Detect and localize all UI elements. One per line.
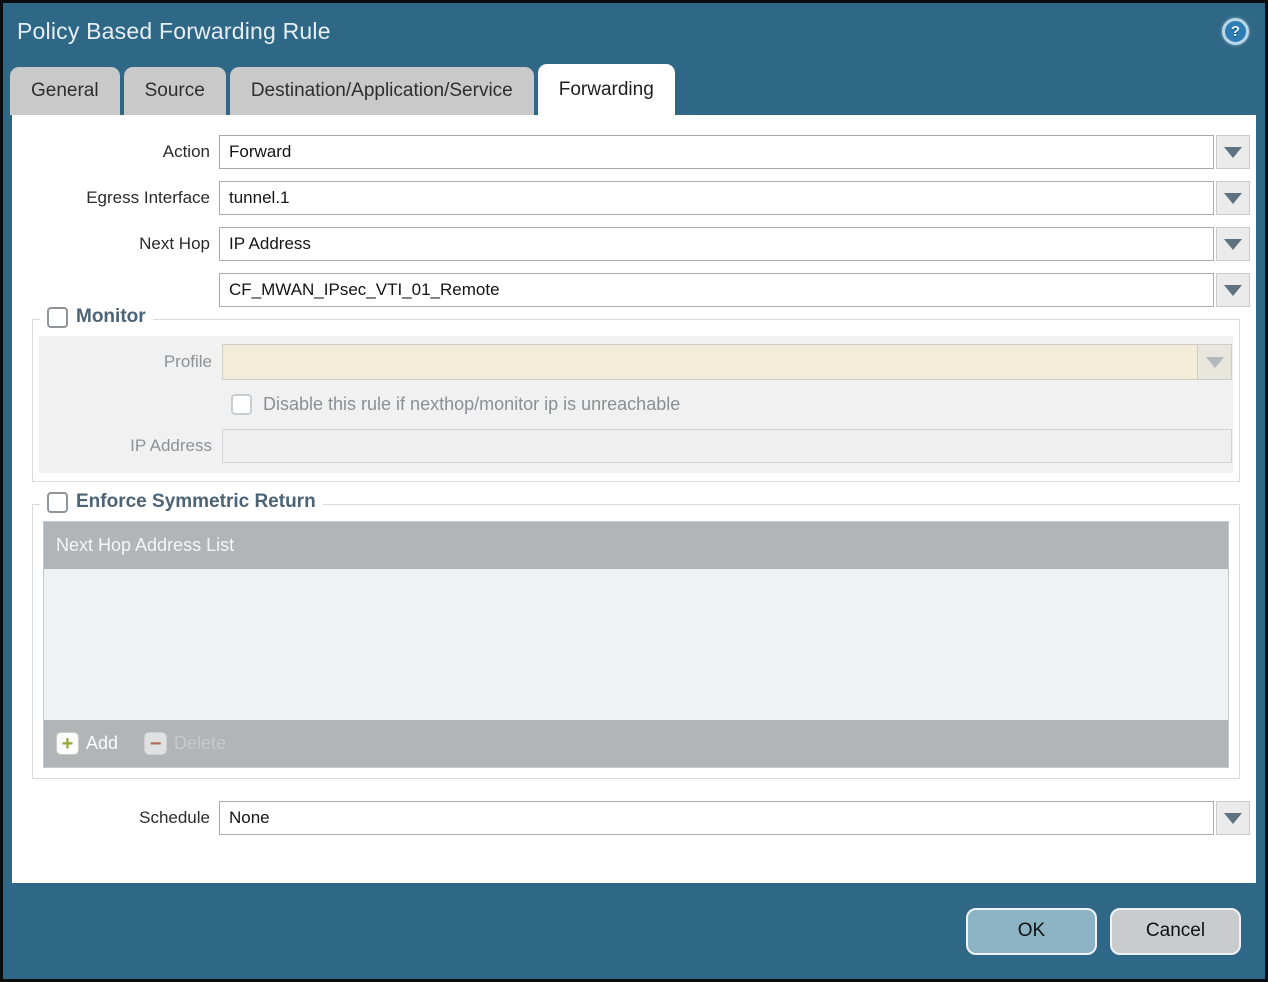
next-hop-address-dropdown-button[interactable] (1216, 273, 1250, 307)
monitor-section: Monitor Profile Disable this rule if nex… (32, 306, 1240, 482)
chevron-down-icon (1205, 356, 1224, 368)
next-hop-address-list-header: Next Hop Address List (44, 522, 1228, 569)
egress-interface-label: Egress Interface (86, 188, 210, 207)
schedule-select[interactable]: None (219, 801, 1214, 835)
next-hop-row: Next Hop IP Address (12, 227, 1256, 261)
enforce-symmetric-return-legend: Enforce Symmetric Return (40, 491, 323, 513)
disable-rule-row: Disable this rule if nexthop/monitor ip … (231, 394, 1233, 415)
action-row: Action Forward (12, 135, 1256, 169)
tab-forwarding[interactable]: Forwarding (537, 64, 675, 115)
next-hop-address-row: CF_MWAN_IPsec_VTI_01_Remote (12, 273, 1256, 307)
add-button-label: Add (86, 733, 119, 753)
schedule-label: Schedule (139, 808, 210, 827)
next-hop-dropdown-button[interactable] (1216, 227, 1250, 261)
action-label: Action (162, 142, 210, 161)
monitor-ip-address-label: IP Address (130, 436, 212, 455)
next-hop-address-list-table: Next Hop Address List + Add − Delete (43, 521, 1229, 768)
action-dropdown-button[interactable] (1216, 135, 1250, 169)
profile-label: Profile (163, 352, 212, 371)
ok-button[interactable]: OK (966, 907, 1097, 955)
monitor-legend: Monitor (40, 306, 153, 328)
chevron-down-icon (1224, 192, 1242, 204)
tab-source[interactable]: Source (123, 67, 226, 115)
chevron-down-icon (1224, 284, 1242, 296)
disable-rule-label: Disable this rule if nexthop/monitor ip … (263, 394, 681, 414)
next-hop-label: Next Hop (139, 234, 210, 253)
enforce-symmetric-return-section: Enforce Symmetric Return Next Hop Addres… (32, 491, 1240, 779)
policy-based-forwarding-dialog: Policy Based Forwarding Rule ? General S… (0, 0, 1268, 982)
monitor-ip-address-input (222, 429, 1232, 463)
next-hop-address-select[interactable]: CF_MWAN_IPsec_VTI_01_Remote (219, 273, 1214, 307)
add-button[interactable]: + Add (56, 732, 118, 755)
egress-interface-row: Egress Interface tunnel.1 (12, 181, 1256, 215)
profile-row: Profile (39, 344, 1233, 380)
cancel-button[interactable]: Cancel (1110, 907, 1241, 955)
profile-dropdown-button (1198, 344, 1232, 380)
forwarding-tab-panel: Action Forward Egress Interface tunnel.1… (12, 115, 1256, 883)
delete-button-label: Delete (174, 733, 227, 753)
action-select[interactable]: Forward (219, 135, 1214, 169)
dialog-footer: OK Cancel (3, 883, 1265, 979)
chevron-down-icon (1224, 238, 1242, 250)
delete-button: − Delete (144, 732, 226, 755)
next-hop-address-list-toolbar: + Add − Delete (44, 720, 1228, 767)
disable-rule-checkbox (231, 394, 252, 415)
schedule-row: Schedule None (12, 801, 1256, 835)
profile-select (222, 344, 1198, 380)
tab-bar: General Source Destination/Application/S… (3, 60, 1265, 115)
egress-interface-select[interactable]: tunnel.1 (219, 181, 1214, 215)
enforce-symmetric-return-checkbox[interactable] (47, 491, 68, 513)
chevron-down-icon (1224, 146, 1242, 158)
plus-icon: + (56, 732, 79, 755)
monitor-checkbox[interactable] (47, 306, 68, 328)
monitor-title: Monitor (76, 306, 146, 327)
next-hop-select[interactable]: IP Address (219, 227, 1214, 261)
minus-icon: − (144, 732, 168, 755)
next-hop-address-list-body[interactable] (44, 569, 1228, 720)
schedule-dropdown-button[interactable] (1216, 801, 1250, 835)
help-icon[interactable]: ? (1222, 18, 1249, 45)
egress-interface-dropdown-button[interactable] (1216, 181, 1250, 215)
enforce-symmetric-return-title: Enforce Symmetric Return (76, 491, 316, 512)
dialog-title: Policy Based Forwarding Rule (17, 18, 331, 44)
chevron-down-icon (1224, 812, 1242, 824)
monitor-panel: Profile Disable this rule if nexthop/mon… (39, 336, 1233, 473)
titlebar: Policy Based Forwarding Rule ? (3, 3, 1265, 60)
monitor-ip-address-row: IP Address (39, 429, 1233, 463)
tab-destination-application-service[interactable]: Destination/Application/Service (229, 67, 534, 115)
tab-general[interactable]: General (10, 67, 120, 115)
